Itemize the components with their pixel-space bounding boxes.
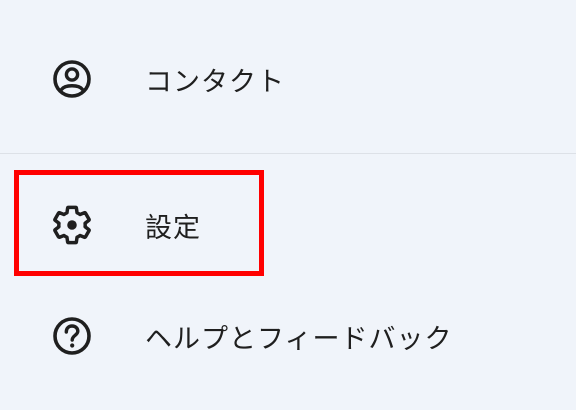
gear-icon xyxy=(50,203,94,247)
menu-item-settings[interactable]: 設定 xyxy=(0,175,576,275)
menu-item-help-feedback[interactable]: ヘルプとフィードバック xyxy=(0,286,576,386)
menu-item-contacts[interactable]: コンタクト xyxy=(0,29,576,129)
navigation-menu: コンタクト 設定 ヘルプとフィードバック xyxy=(0,0,576,410)
menu-item-label: 設定 xyxy=(145,212,201,244)
menu-item-label: ヘルプとフィードバック xyxy=(145,323,453,355)
help-circle-icon xyxy=(50,314,94,358)
menu-item-label: コンタクト xyxy=(145,66,285,98)
account-circle-icon xyxy=(50,57,94,101)
divider xyxy=(0,153,576,154)
